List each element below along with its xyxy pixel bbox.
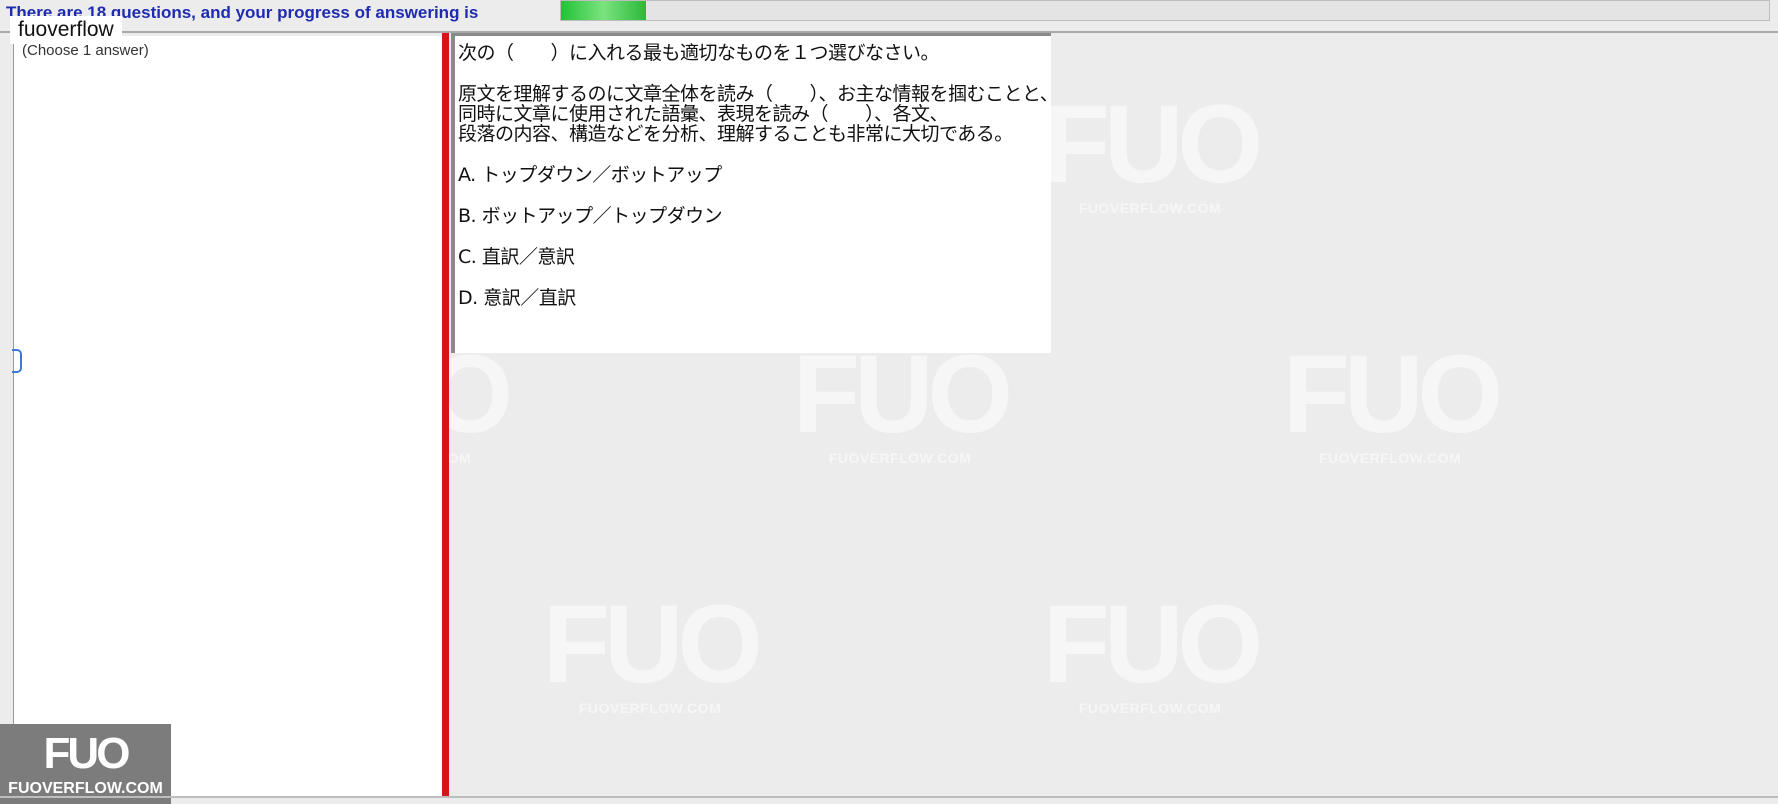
option-d: D. 意訳／直訳: [458, 287, 576, 309]
status-bar: There are 18 questions, and your progres…: [0, 0, 1778, 24]
panel-splitter[interactable]: [442, 33, 449, 798]
question-instruction: 次の（ ）に入れる最も適切なものを１つ選びなさい。: [458, 42, 940, 64]
watermark: FUOFUOVERFLOW.COM: [1042, 583, 1263, 717]
choose-answer-hint: (Choose 1 answer): [22, 42, 149, 59]
logo-mark: FUO: [43, 729, 131, 778]
answer-panel: (Choose 1 answer): [12, 36, 444, 796]
option-b: B. ボットアップ／トップダウン: [458, 205, 723, 227]
question-body-line: 段落の内容、構造などを分析、理解することも非常に大切である。: [458, 123, 1013, 145]
question-content: 次の（ ）に入れる最も適切なものを１つ選びなさい。 原文を理解するのに文章全体を…: [451, 33, 1059, 353]
option-c: C. 直訳／意訳: [458, 246, 575, 268]
bottom-divider: [0, 796, 1778, 798]
watermark: FUOFUOVERFLOW.COM: [792, 333, 1013, 467]
progress-bar-fill: [561, 1, 646, 20]
site-logo: FUO FUOVERFLOW.COM: [0, 724, 171, 804]
option-a: A. トップダウン／ボットアップ: [458, 164, 722, 186]
site-tag: fuoverflow: [10, 16, 122, 44]
watermark: FUOFUOVERFLOW.COM: [1282, 333, 1503, 467]
watermark: FUOFUOVERFLOW.COM: [542, 583, 763, 717]
watermark: FUOFUOVERFLOW.COM: [1042, 83, 1263, 217]
answer-radio-edge[interactable]: [12, 349, 22, 373]
progress-bar: [560, 0, 1770, 21]
